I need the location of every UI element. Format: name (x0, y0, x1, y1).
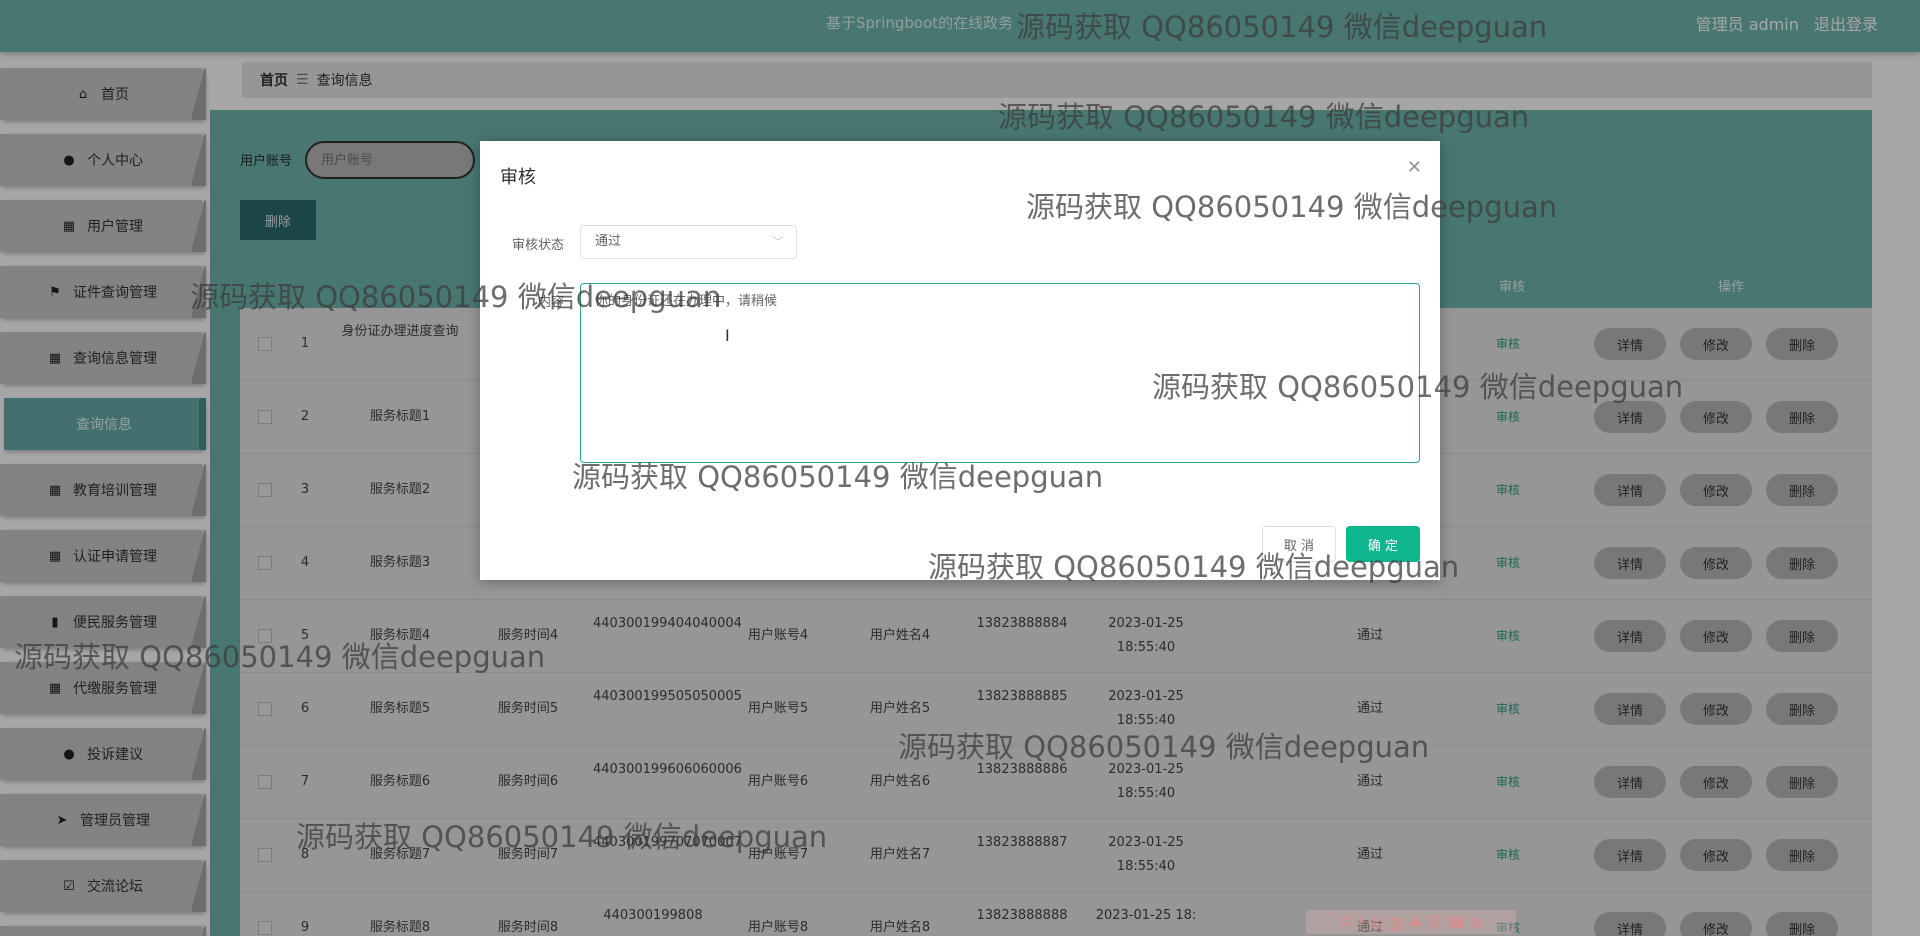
content-label: 内容 (538, 295, 565, 310)
status-label: 审核状态 (512, 238, 565, 253)
dialog-title: 审核 (500, 167, 536, 188)
close-icon[interactable]: ✕ (1407, 157, 1422, 178)
status-select[interactable]: 通过 ﹀ (580, 225, 797, 259)
confirm-button[interactable]: 确 定 (1346, 526, 1420, 562)
chevron-down-icon: ﹀ (771, 235, 784, 249)
cancel-button[interactable]: 取 消 (1262, 526, 1336, 562)
content-textarea[interactable]: 你的身份证还在办理中，请稍候 (580, 283, 1420, 463)
ime-toolbar[interactable]: 中 ⁴ ☺ ▦ ♣ 简 ☎ ⚙ (1306, 910, 1516, 934)
audit-dialog: 审核 ✕ 审核状态 通过 ﹀ 内容 你的身份证还在办理中，请稍候 Ⅰ 取 消 确… (480, 141, 1440, 580)
text-cursor-icon: Ⅰ (725, 326, 730, 345)
status-select-value: 通过 (595, 234, 622, 249)
